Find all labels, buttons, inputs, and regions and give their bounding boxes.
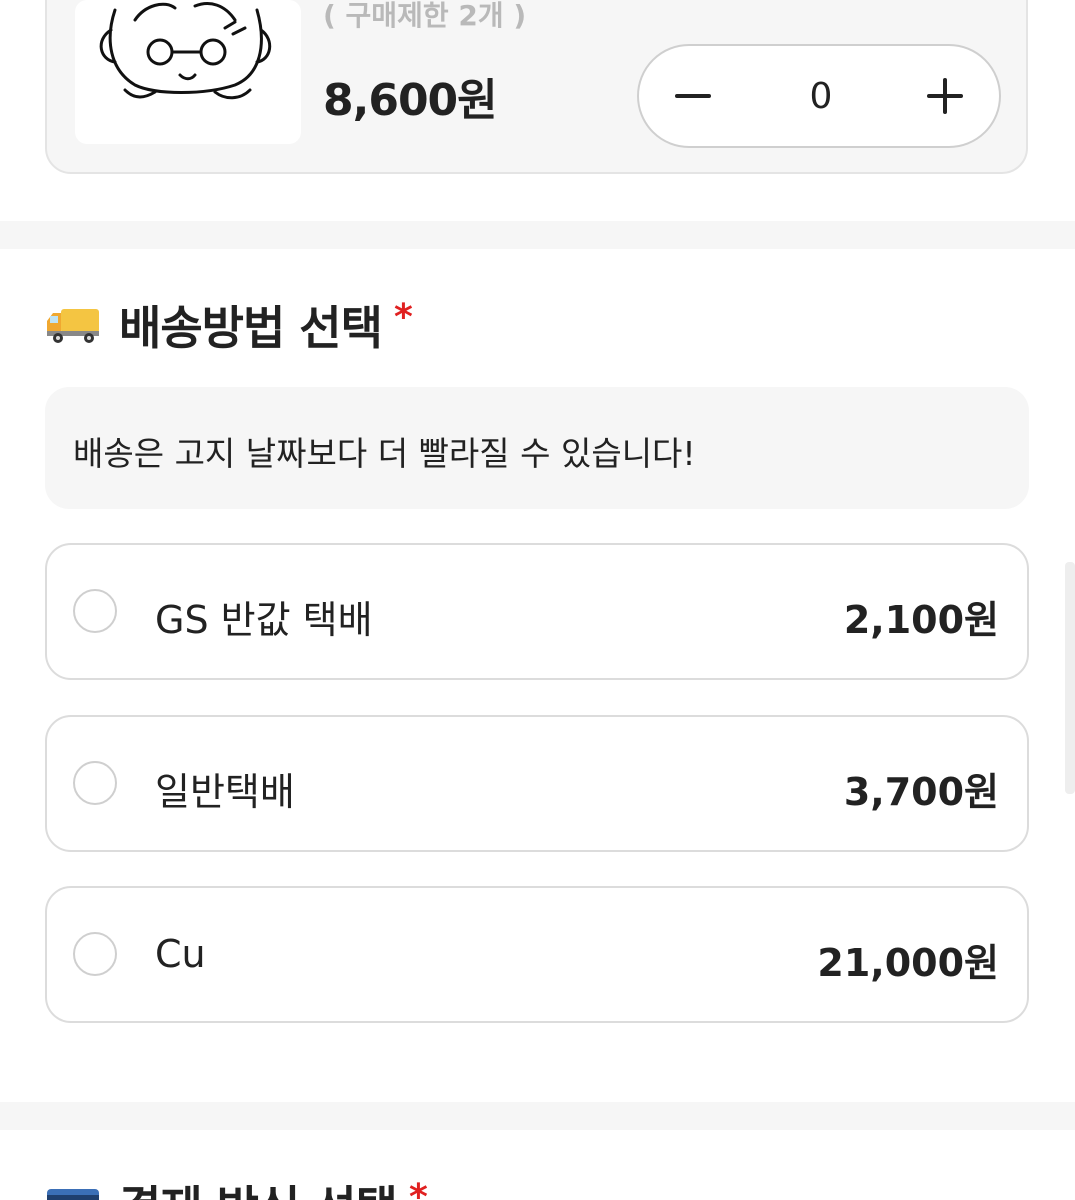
shipping-option-standard[interactable]: 일반택배 3,700원 — [45, 715, 1029, 852]
shipping-option-gs-half-price[interactable]: GS 반값 택배 2,100원 — [45, 543, 1029, 680]
shipping-option-price: 3,700원 — [843, 770, 999, 814]
shipping-option-cu[interactable]: Cu 21,000원 — [45, 886, 1029, 1023]
radio-button[interactable] — [73, 932, 117, 976]
payment-section-header: 결제 방식 선택 * — [45, 1172, 428, 1200]
shipping-notice-text: 배송은 고지 날짜보다 더 빨라질 수 있습니다! — [73, 434, 696, 473]
product-card: ( 구매제한 2개 ) 8,600원 — [45, 0, 1028, 174]
radio-button[interactable] — [73, 589, 117, 633]
shipping-section-header: 배송방법 선택 * — [45, 292, 413, 358]
shipping-option-label: GS 반값 택배 — [155, 598, 373, 642]
shipping-option-label: Cu — [155, 932, 206, 976]
shipping-section-title: 배송방법 선택 — [119, 301, 383, 355]
shipping-option-price: 2,100원 — [843, 598, 999, 642]
product-price: 8,600원 — [323, 75, 498, 126]
scrollbar[interactable] — [1065, 562, 1075, 794]
character-sketch-image — [99, 2, 272, 100]
decrease-quantity-button[interactable] — [663, 68, 723, 124]
quantity-stepper — [637, 44, 1001, 148]
truck-icon — [47, 309, 99, 343]
section-divider — [0, 1102, 1075, 1130]
required-mark: * — [393, 296, 413, 338]
quantity-input[interactable] — [751, 60, 891, 134]
product-thumbnail — [75, 0, 301, 144]
radio-button[interactable] — [73, 761, 117, 805]
required-mark: * — [408, 1176, 428, 1200]
order-page: ( 구매제한 2개 ) 8,600원 배송방법 선택 * 배송은 — [0, 0, 1075, 1200]
shipping-option-label: 일반택배 — [155, 770, 295, 814]
payment-section-title: 결제 방식 선택 — [119, 1172, 398, 1200]
minus-icon — [675, 94, 711, 98]
shipping-option-price: 21,000원 — [817, 941, 999, 985]
section-divider — [0, 221, 1075, 249]
shipping-notice: 배송은 고지 날짜보다 더 빨라질 수 있습니다! — [45, 387, 1029, 509]
credit-card-icon — [47, 1189, 99, 1200]
increase-quantity-button[interactable] — [915, 68, 975, 124]
purchase-limit-text: ( 구매제한 2개 ) — [323, 0, 527, 32]
